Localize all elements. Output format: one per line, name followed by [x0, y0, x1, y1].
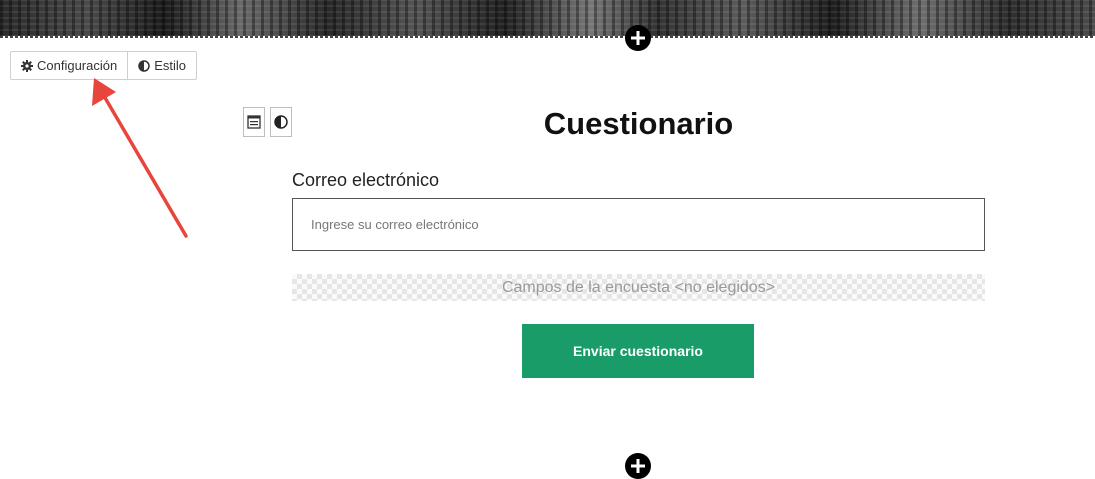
add-block-bottom-button[interactable] — [625, 453, 651, 479]
header-banner-image — [0, 0, 1095, 37]
style-button[interactable]: Estilo — [127, 52, 196, 79]
contrast-icon — [138, 59, 150, 72]
style-label: Estilo — [154, 58, 187, 73]
plus-icon — [631, 459, 645, 473]
add-block-top-button[interactable] — [625, 25, 651, 51]
block-settings-toolbar: Configuración Estilo — [10, 51, 198, 80]
form-icon — [247, 115, 261, 129]
configuration-label: Configuración — [37, 58, 118, 73]
plus-icon — [631, 31, 645, 45]
email-field[interactable] — [292, 198, 985, 251]
banner-dashed-border — [0, 36, 1095, 38]
survey-fields-placeholder[interactable]: Campos de la encuesta <no elegidos> — [292, 274, 985, 301]
form-settings-button[interactable] — [243, 107, 265, 137]
submit-questionnaire-button[interactable]: Enviar cuestionario — [522, 324, 754, 378]
contrast-icon — [274, 115, 288, 129]
email-label: Correo electrónico — [292, 170, 440, 190]
configuration-button[interactable]: Configuración — [11, 52, 127, 79]
form-title: Cuestionario — [543, 106, 734, 141]
form-style-button[interactable] — [270, 107, 292, 137]
gear-icon — [21, 59, 33, 72]
